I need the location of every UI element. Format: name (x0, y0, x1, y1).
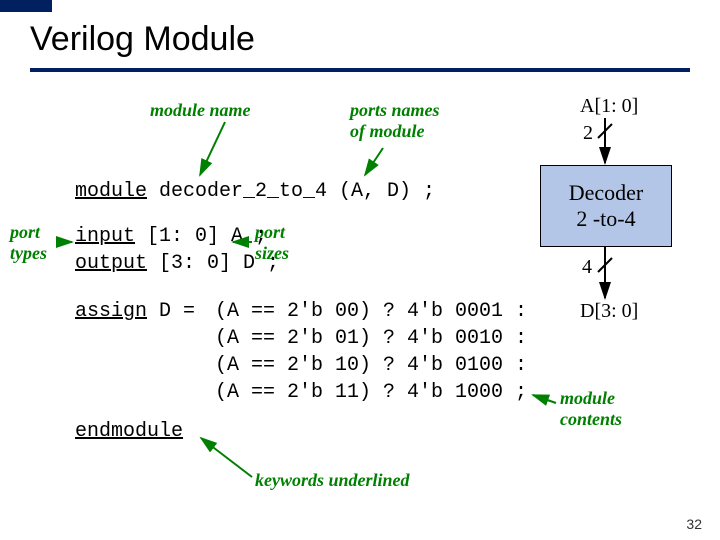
slide-title: Verilog Module (30, 20, 255, 59)
title-underline (30, 68, 690, 72)
code-output: output [3: 0] D ; (75, 252, 279, 275)
signal-a: A[1: 0] (580, 95, 638, 118)
code-cond3: (A == 2'b 10) ? 4'b 0100 : (215, 354, 527, 377)
code-endmodule: endmodule (75, 420, 183, 443)
annotation-port-types: port types (10, 222, 47, 264)
annotation-module-contents: module contents (560, 388, 622, 430)
code-cond1: (A == 2'b 00) ? 4'b 0001 : (215, 300, 527, 323)
annotation-ports-names: ports names of module (350, 100, 440, 142)
slide-number: 32 (686, 516, 702, 532)
legend-bar (0, 0, 52, 12)
code-assign: assign D = (75, 300, 195, 323)
annotation-module-name: module name (150, 100, 251, 121)
decoder-box: Decoder 2 -to-4 (540, 165, 672, 247)
bus-width-top: 2 (583, 122, 593, 145)
annotation-keywords-underlined: keywords underlined (255, 470, 410, 491)
code-cond4: (A == 2'b 11) ? 4'b 1000 ; (215, 381, 527, 404)
code-cond2: (A == 2'b 01) ? 4'b 0010 : (215, 327, 527, 350)
code-input: input [1: 0] A ; (75, 225, 267, 248)
bus-width-bot: 4 (582, 256, 592, 279)
code-module-decl: module decoder_2_to_4 (A, D) ; (75, 180, 435, 203)
signal-d: D[3: 0] (580, 300, 638, 323)
